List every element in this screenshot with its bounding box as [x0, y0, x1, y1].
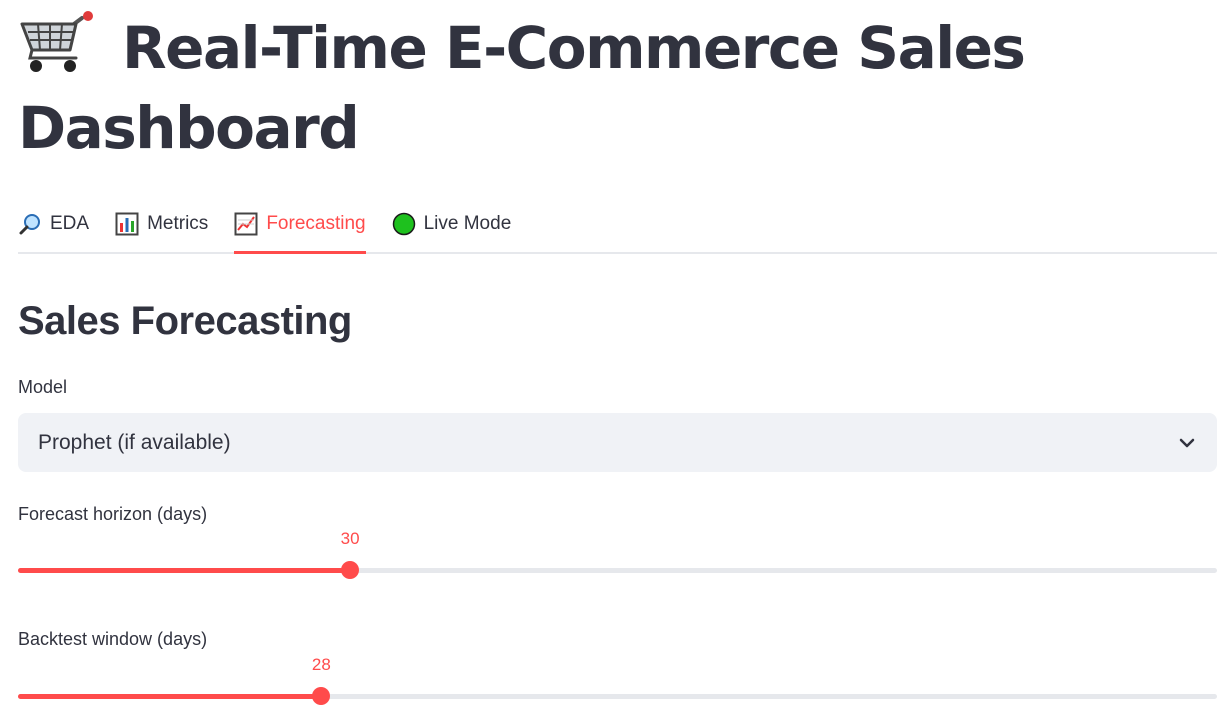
tab-eda-label: EDA [50, 213, 90, 234]
magnifying-glass-icon [19, 214, 40, 235]
model-select[interactable]: Prophet (if available) [18, 413, 1217, 472]
shopping-cart-icon [20, 11, 93, 72]
backtest-label: Backtest window (days) [18, 629, 208, 649]
horizon-label: Forecast horizon (days) [18, 504, 208, 524]
backtest-slider-value: 28 [311, 655, 331, 674]
app-root: Real-Time E-Commerce Sales Dashboard EDA… [0, 0, 1229, 712]
horizon-slider-thumb[interactable] [341, 561, 360, 579]
section-title: Sales Forecasting [18, 299, 352, 343]
tab-live-mode[interactable]: Live Mode [392, 196, 512, 252]
tab-metrics-label: Metrics [147, 213, 209, 234]
bar-chart-icon [115, 212, 139, 236]
backtest-slider-fill [18, 694, 322, 699]
horizon-slider-value: 30 [340, 529, 360, 548]
tab-forecasting-label: Forecasting [266, 213, 366, 234]
tab-forecasting[interactable]: Forecasting [234, 196, 366, 254]
horizon-slider[interactable]: 30 [18, 529, 1217, 581]
horizon-slider-fill [18, 568, 351, 573]
green-circle-icon [392, 212, 415, 236]
tab-metrics[interactable]: Metrics [115, 196, 208, 252]
chevron-down-icon [1179, 438, 1195, 447]
page-title-text: Real-Time E-Commerce Sales Dashboard [18, 14, 1026, 162]
model-label: Model [18, 377, 68, 397]
tab-bar: EDA Metrics Forecasting Live Mode [18, 196, 1217, 254]
backtest-slider[interactable]: 28 [18, 655, 1217, 707]
tab-eda[interactable]: EDA [18, 196, 89, 252]
page-title: Real-Time E-Commerce Sales Dashboard [18, 8, 1168, 168]
backtest-slider-thumb[interactable] [312, 687, 331, 705]
tab-live-mode-label: Live Mode [423, 213, 512, 234]
line-chart-icon [234, 212, 258, 236]
model-select-value: Prophet (if available) [38, 430, 231, 454]
